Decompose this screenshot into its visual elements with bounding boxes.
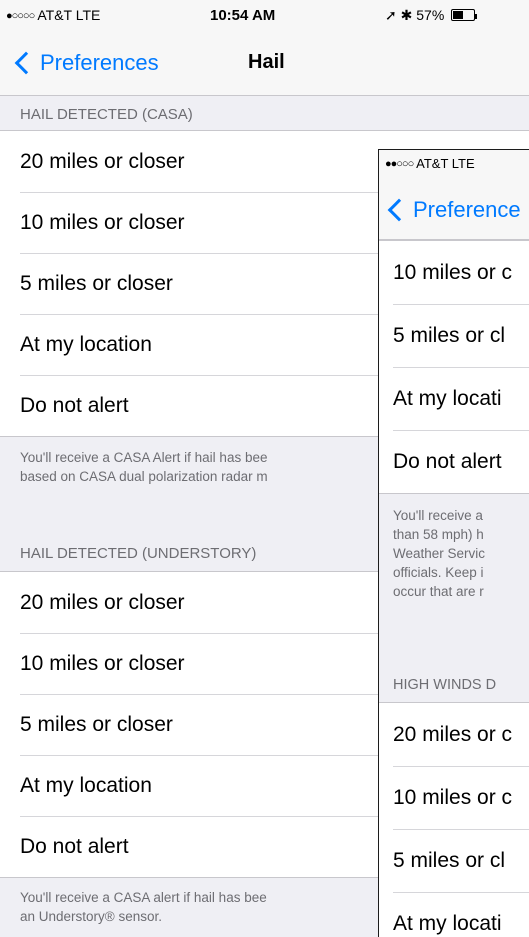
navigation-bar: Preference <box>379 180 529 240</box>
back-button[interactable]: Preference <box>385 197 521 223</box>
option-row[interactable]: Do not alert <box>379 430 529 493</box>
options-group: 10 miles or c 5 miles or cl At my locati… <box>379 240 529 494</box>
option-row[interactable]: 10 miles or c <box>379 766 529 829</box>
section-footer: You'll receive a than 58 mph) h Weather … <box>393 508 486 599</box>
status-bar: ●●○○○ AT&T LTE <box>379 150 529 180</box>
option-row[interactable]: 5 miles or cl <box>379 304 529 367</box>
option-row[interactable]: 10 miles or c <box>379 241 529 304</box>
status-bar: ●○○○○ AT&T LTE 10:54 AM ➚ ✱ 57% <box>0 0 529 30</box>
section-header-casa: HAIL DETECTED (CASA) <box>20 106 193 123</box>
high-winds-preferences-screen: ●●○○○ AT&T LTE Preference 10 miles or c … <box>378 149 529 937</box>
back-button[interactable]: Preferences <box>12 50 159 76</box>
status-icons: ➚ ✱ 57% <box>385 7 445 23</box>
back-button-label: Preferences <box>40 50 159 75</box>
section-header-high-winds: HIGH WINDS D <box>393 677 497 693</box>
chevron-left-icon <box>14 51 38 75</box>
high-winds-options-group: 20 miles or c 10 miles or c 5 miles or c… <box>379 702 529 937</box>
signal-strength-icon: ●●○○○ <box>385 158 414 170</box>
option-row[interactable]: 5 miles or cl <box>379 829 529 892</box>
back-button-label: Preference <box>413 197 521 222</box>
carrier-label: AT&T LTE <box>416 156 475 171</box>
battery-icon <box>451 9 476 21</box>
chevron-left-icon <box>387 198 411 222</box>
carrier-label: AT&T LTE <box>37 7 101 23</box>
option-row[interactable]: At my locati <box>379 367 529 430</box>
page-title: Hail <box>248 51 285 73</box>
option-row[interactable]: 20 miles or c <box>379 703 529 766</box>
option-row[interactable]: At my locati <box>379 892 529 937</box>
signal-strength-icon: ●○○○○ <box>6 10 35 22</box>
navigation-bar: Preferences Hail <box>0 30 529 96</box>
status-time: 10:54 AM <box>210 7 276 24</box>
